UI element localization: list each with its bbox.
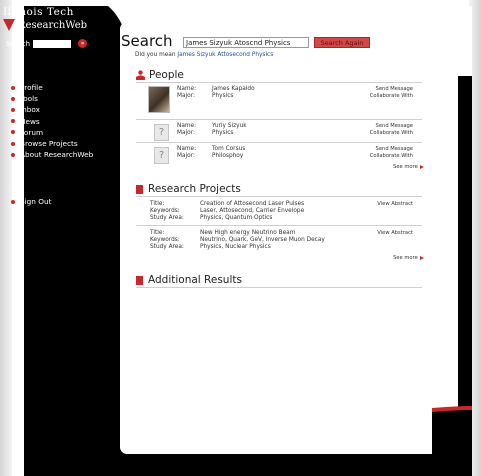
major-label: Major:	[177, 153, 195, 159]
red-bar-icon	[136, 184, 143, 194]
sidebar-search-input[interactable]	[33, 39, 72, 48]
keywords-label: Keywords:	[150, 208, 180, 214]
person-major: Physics	[212, 130, 234, 136]
person-name: Tom Corsus	[212, 146, 246, 152]
sidebar-item-news[interactable]: News	[11, 116, 93, 127]
people-heading-text: People	[149, 69, 184, 81]
dot-icon	[11, 107, 15, 112]
additional-heading-text: Additional Results	[148, 274, 242, 286]
sidebar-search-label: Search	[6, 39, 31, 48]
did-you-mean-prefix: Did you mean	[135, 52, 176, 58]
collaborate-link[interactable]: Collaborate With	[370, 93, 413, 100]
study-area-label: Study Area:	[150, 215, 184, 221]
sidebar-item-label: About ResearchWeb	[20, 150, 94, 160]
dot-icon	[11, 141, 15, 146]
dot-icon	[11, 119, 15, 124]
study-area-label: Study Area:	[150, 244, 184, 250]
see-more-label: See more	[393, 164, 418, 170]
collaborate-link[interactable]: Collaborate With	[370, 153, 413, 160]
sidebar-item-label: Profile	[20, 83, 43, 93]
name-label: Name:	[177, 146, 197, 152]
logo-text-top: Illinois Tech	[3, 6, 74, 18]
person-major: Philosphoy	[212, 153, 244, 159]
send-message-link[interactable]: Send Message	[370, 146, 413, 153]
question-mark-icon: ?	[154, 124, 169, 141]
dot-icon	[11, 85, 15, 90]
row-divider	[136, 225, 422, 226]
people-section-heading: People	[136, 69, 184, 81]
sidebar-item-label: Browse Projects	[20, 139, 78, 149]
dot-icon	[11, 199, 15, 204]
collaborate-link[interactable]: Collaborate With	[370, 130, 413, 137]
major-label: Major:	[177, 130, 195, 136]
dot-icon	[11, 152, 15, 157]
sidebar-item-inbox[interactable]: Inbox	[11, 104, 93, 115]
name-label: Name:	[177, 86, 197, 92]
question-mark-icon: ?	[154, 147, 169, 164]
person-name: Yuriy Sizyuk	[212, 123, 247, 129]
projects-divider	[136, 196, 422, 197]
view-abstract-link[interactable]: View Abstract	[377, 230, 413, 237]
arrow-right-icon	[419, 165, 424, 169]
sidebar-item-tools[interactable]: Tools	[11, 93, 93, 104]
additional-divider	[136, 287, 422, 288]
page-shadow-left	[0, 0, 12, 476]
triangle-icon	[3, 19, 15, 31]
row-divider	[136, 119, 422, 120]
did-you-mean-suggestion-link[interactable]: James Sizyuk Attosecond Physics	[177, 52, 273, 58]
keywords-label: Keywords:	[150, 237, 180, 243]
major-label: Major:	[177, 93, 195, 99]
view-abstract-link[interactable]: View Abstract	[377, 201, 413, 208]
people-see-more-link[interactable]: See more	[393, 164, 424, 170]
person-major: Physics	[212, 93, 234, 99]
sidebar-item-about[interactable]: About ResearchWeb	[11, 149, 93, 160]
person-photo	[148, 86, 170, 113]
project-title: New High energy Neutrino Beam	[200, 230, 296, 236]
project-study-area: Physics, Quantum Optics	[200, 215, 273, 221]
see-more-label: See more	[393, 255, 418, 261]
people-icon	[136, 70, 145, 80]
send-message-link[interactable]: Send Message	[370, 123, 413, 130]
person-name: James Kapaldo	[212, 86, 255, 92]
project-keywords: Laser, Attosecond, Carrier Envelope	[200, 208, 305, 214]
sidebar-item-forum[interactable]: Forum	[11, 127, 93, 138]
sign-out-link[interactable]: Sign Out	[11, 197, 51, 206]
arrow-right-icon	[419, 256, 424, 260]
sign-out-label: Sign Out	[20, 197, 52, 206]
sidebar-item-label: News	[20, 116, 40, 126]
page-title: Search	[121, 32, 173, 50]
sidebar-item-label: Inbox	[20, 105, 40, 115]
sidebar-item-label: Tools	[20, 94, 38, 104]
name-label: Name:	[177, 123, 197, 129]
row-divider	[136, 142, 422, 143]
title-label: Title:	[150, 201, 165, 207]
sidebar-item-browse-projects[interactable]: Browse Projects	[11, 138, 93, 149]
footer-swoosh	[432, 406, 472, 476]
sidebar-search-go-button[interactable]: »	[78, 39, 88, 48]
projects-see-more-link[interactable]: See more	[393, 255, 424, 261]
people-divider	[136, 82, 422, 83]
search-again-button[interactable]: Search Again	[314, 37, 370, 48]
projects-section-heading: Research Projects	[136, 183, 241, 195]
red-bar-icon	[136, 275, 143, 285]
logo-text-bottom: ResearchWeb	[18, 19, 88, 31]
dot-icon	[11, 96, 15, 101]
project-title: Creation of Attosecond Laser Pulses	[200, 201, 305, 207]
project-study-area: Physics, Nuclear Physics	[200, 244, 271, 250]
projects-heading-text: Research Projects	[148, 183, 241, 195]
did-you-mean: Did you mean James Sizyuk Attosecond Phy…	[135, 52, 273, 58]
send-message-link[interactable]: Send Message	[370, 86, 413, 93]
sidebar-nav: Profile Tools Inbox News Forum Browse Pr…	[11, 82, 93, 160]
dot-icon	[11, 130, 15, 135]
title-label: Title:	[150, 230, 165, 236]
sidebar-item-profile[interactable]: Profile	[11, 82, 93, 93]
sidebar-search: Search »	[6, 39, 88, 48]
sidebar-item-label: Forum	[20, 127, 44, 137]
project-keywords: Neutrino, Quark, GeV, Inverse Muon Decay	[200, 237, 325, 243]
search-input[interactable]	[183, 37, 309, 48]
logo[interactable]: Illinois Tech ResearchWeb	[3, 6, 93, 31]
additional-section-heading: Additional Results	[136, 274, 242, 286]
